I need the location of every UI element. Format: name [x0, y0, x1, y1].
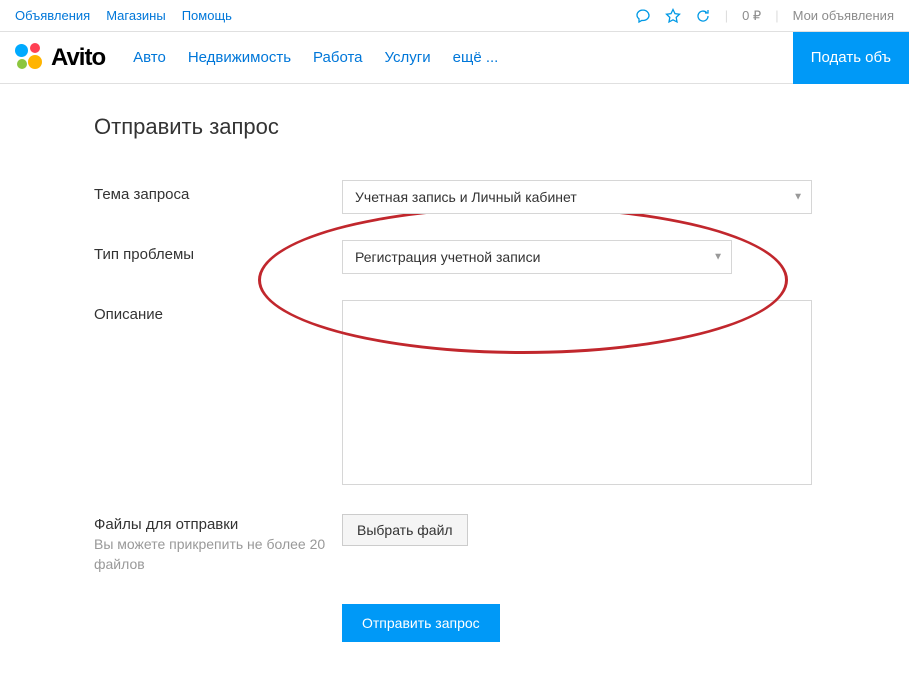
nav-services[interactable]: Услуги	[385, 49, 431, 66]
row-submit: Отправить запрос	[94, 604, 909, 642]
topic-select-value: Учетная запись и Личный кабинет	[355, 189, 577, 205]
chevron-down-icon: ▼	[793, 192, 803, 203]
nav-realty[interactable]: Недвижимость	[188, 49, 291, 66]
topbar-link-help[interactable]: Помощь	[182, 8, 232, 23]
post-ad-button[interactable]: Подать объ	[793, 32, 909, 84]
logo-text: Avito	[51, 44, 105, 72]
star-icon[interactable]	[665, 8, 681, 24]
topbar-link-ads[interactable]: Объявления	[15, 8, 90, 23]
nav-jobs[interactable]: Работа	[313, 49, 363, 66]
row-files: Файлы для отправки Вы можете прикрепить …	[94, 514, 909, 574]
nav-auto[interactable]: Авто	[133, 49, 166, 66]
logo[interactable]: Avito	[15, 43, 105, 73]
content: Отправить запрос Тема запроса Учетная за…	[0, 84, 909, 698]
label-files: Файлы для отправки	[94, 516, 342, 533]
problem-select[interactable]: Регистрация учетной записи ▼	[342, 240, 732, 274]
balance: 0 ₽	[742, 8, 761, 24]
topbar-right: | 0 ₽ | Мои объявления	[635, 8, 894, 24]
page-title: Отправить запрос	[94, 114, 909, 140]
refresh-icon[interactable]	[695, 8, 711, 24]
chat-icon[interactable]	[635, 8, 651, 24]
topic-select[interactable]: Учетная запись и Личный кабинет ▼	[342, 180, 812, 214]
description-textarea[interactable]	[342, 300, 812, 485]
files-hint: Вы можете прикрепить не более 20 файлов	[94, 535, 342, 574]
logo-icon	[15, 43, 45, 73]
divider: |	[725, 8, 728, 23]
topbar-link-shops[interactable]: Магазины	[106, 8, 166, 23]
main-nav: Авто Недвижимость Работа Услуги ещё ...	[133, 49, 793, 66]
divider: |	[775, 8, 778, 23]
label-problem: Тип проблемы	[94, 240, 342, 263]
problem-select-value: Регистрация учетной записи	[355, 249, 540, 265]
label-description: Описание	[94, 300, 342, 323]
row-topic: Тема запроса Учетная запись и Личный каб…	[94, 180, 909, 214]
topbar: Объявления Магазины Помощь | 0 ₽ | Мои о…	[0, 0, 909, 32]
row-problem: Тип проблемы Регистрация учетной записи …	[94, 240, 909, 274]
my-ads-link[interactable]: Мои объявления	[793, 8, 894, 23]
topbar-links: Объявления Магазины Помощь	[15, 8, 232, 23]
chevron-down-icon: ▼	[713, 252, 723, 263]
header: Avito Авто Недвижимость Работа Услуги ещ…	[0, 32, 909, 84]
choose-file-button[interactable]: Выбрать файл	[342, 514, 468, 546]
row-description: Описание	[94, 300, 909, 488]
nav-more[interactable]: ещё ...	[453, 49, 499, 66]
submit-button[interactable]: Отправить запрос	[342, 604, 500, 642]
label-topic: Тема запроса	[94, 180, 342, 203]
